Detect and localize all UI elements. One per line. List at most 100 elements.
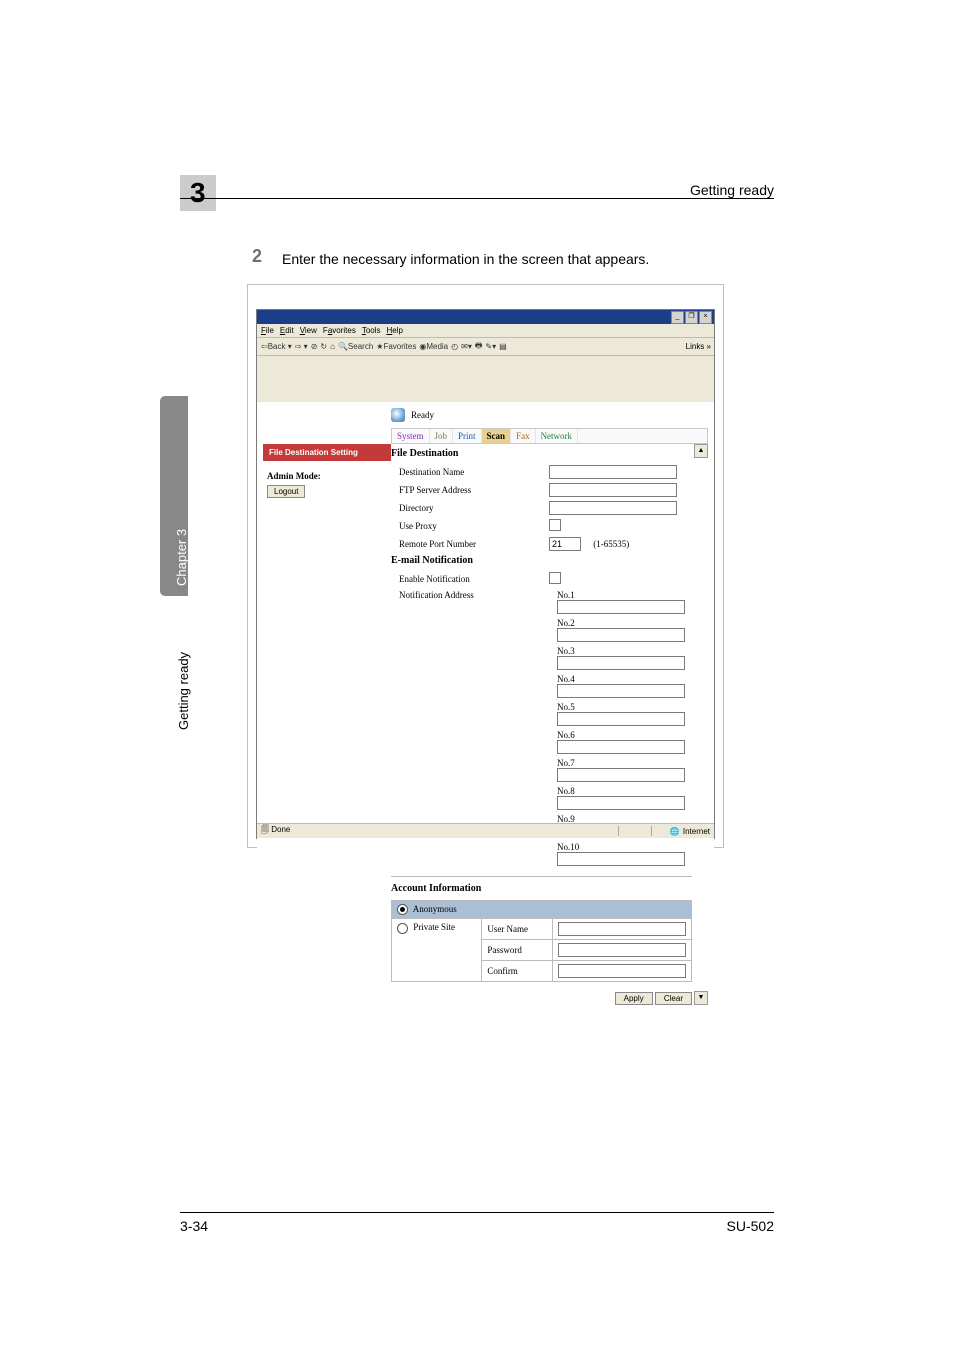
toolbar-media[interactable]: ◉Media bbox=[419, 342, 448, 351]
label-user-name: User Name bbox=[482, 919, 553, 940]
label-anonymous: Anonymous bbox=[413, 904, 457, 914]
notif-no-3: No.3 bbox=[557, 646, 585, 656]
toolbar-refresh-icon[interactable]: ↻ bbox=[320, 342, 327, 351]
toolbar-mail-icon[interactable]: ✉▾ bbox=[461, 342, 472, 351]
account-info-heading: Account Information bbox=[391, 883, 692, 894]
step-number: 2 bbox=[252, 246, 262, 267]
input-notif-4[interactable] bbox=[557, 684, 685, 698]
label-password: Password bbox=[482, 940, 553, 961]
browser-content: Ready System Job Print Scan Fax Network … bbox=[257, 402, 714, 1011]
status-icon bbox=[391, 408, 405, 422]
window-titlebar: _ ❐ × bbox=[257, 310, 714, 324]
input-notif-2[interactable] bbox=[557, 628, 685, 642]
label-confirm: Confirm bbox=[482, 961, 553, 982]
apply-button[interactable]: Apply bbox=[615, 992, 653, 1005]
input-notif-8[interactable] bbox=[557, 796, 685, 810]
menu-file[interactable]: File bbox=[261, 326, 274, 335]
footer-page-number: 3-34 bbox=[180, 1218, 208, 1234]
row-anonymous[interactable]: Anonymous bbox=[392, 901, 692, 919]
status-separator bbox=[651, 826, 653, 836]
scroll-up-icon[interactable]: ▲ bbox=[694, 444, 708, 458]
scroll-down-icon[interactable]: ▼ bbox=[694, 991, 708, 1005]
toolbar-discuss-icon[interactable]: ▤ bbox=[499, 342, 507, 351]
toolbar-history-icon[interactable]: ◴ bbox=[451, 342, 458, 351]
side-label: Getting ready bbox=[164, 600, 192, 740]
logout-button[interactable]: Logout bbox=[267, 485, 305, 498]
tab-print[interactable]: Print bbox=[453, 429, 482, 443]
input-remote-port[interactable] bbox=[549, 537, 581, 551]
notif-no-8: No.8 bbox=[557, 786, 585, 796]
input-password[interactable] bbox=[558, 943, 686, 957]
header-rule bbox=[180, 198, 774, 199]
label-private-site: Private Site bbox=[413, 922, 455, 932]
status-done: 🗐 Done bbox=[261, 824, 290, 838]
input-user-name[interactable] bbox=[558, 922, 686, 936]
footer-rule bbox=[180, 1212, 774, 1213]
label-enable-notification: Enable Notification bbox=[391, 574, 549, 584]
input-notif-10[interactable] bbox=[557, 852, 685, 866]
page-header-title: Getting ready bbox=[690, 182, 774, 198]
checkbox-enable-notification[interactable] bbox=[549, 572, 561, 584]
label-notification-address: Notification Address bbox=[391, 590, 549, 600]
notif-no-1: No.1 bbox=[557, 590, 585, 600]
notif-no-7: No.7 bbox=[557, 758, 585, 768]
label-destination-name: Destination Name bbox=[391, 467, 549, 477]
tab-fax[interactable]: Fax bbox=[511, 429, 536, 443]
status-ready-text: Ready bbox=[411, 410, 434, 420]
account-info-table: Anonymous Private Site User Name bbox=[391, 900, 692, 982]
toolbar-back[interactable]: ⇦Back ▾ bbox=[261, 342, 292, 351]
menu-help[interactable]: Help bbox=[387, 326, 403, 335]
input-ftp-server[interactable] bbox=[549, 483, 677, 497]
label-remote-port: Remote Port Number bbox=[391, 539, 549, 549]
input-destination-name[interactable] bbox=[549, 465, 677, 479]
screenshot-frame: _ ❐ × File Edit View Favorites Tools Hel… bbox=[247, 284, 724, 848]
checkbox-use-proxy[interactable] bbox=[549, 519, 561, 531]
toolbar-edit-icon[interactable]: ✎▾ bbox=[485, 342, 496, 351]
menu-favorites[interactable]: Favorites bbox=[323, 326, 356, 335]
toolbar-links[interactable]: Links » bbox=[686, 342, 711, 351]
row-private-site[interactable]: Private Site bbox=[392, 919, 482, 982]
window-minimize-button[interactable]: _ bbox=[671, 311, 684, 324]
notif-no-4: No.4 bbox=[557, 674, 585, 684]
remote-port-range: (1-65535) bbox=[593, 539, 629, 549]
input-notif-7[interactable] bbox=[557, 768, 685, 782]
window-close-button[interactable]: × bbox=[699, 311, 712, 324]
toolbar-search[interactable]: 🔍Search bbox=[338, 342, 373, 351]
toolbar-print-icon[interactable]: 🖶 bbox=[475, 340, 483, 354]
chapter-number-badge: 3 bbox=[180, 175, 216, 211]
tab-job[interactable]: Job bbox=[430, 429, 454, 443]
radio-private-site[interactable] bbox=[397, 923, 408, 934]
toolbar-forward[interactable]: ⇨ ▾ bbox=[295, 342, 308, 351]
radio-anonymous[interactable] bbox=[397, 904, 408, 915]
notif-no-6: No.6 bbox=[557, 730, 585, 740]
side-tab-chapter: Chapter 3 bbox=[174, 529, 189, 586]
input-notif-3[interactable] bbox=[557, 656, 685, 670]
browser-menu-bar: File Edit View Favorites Tools Help bbox=[257, 324, 714, 338]
toolbar-favorites[interactable]: ★Favorites bbox=[376, 342, 416, 351]
input-directory[interactable] bbox=[549, 501, 677, 515]
nav-file-destination-setting[interactable]: File Destination Setting bbox=[263, 444, 391, 461]
ie-page-icon: 🗐 bbox=[261, 825, 269, 834]
menu-edit[interactable]: Edit bbox=[280, 326, 294, 335]
toolbar-home-icon[interactable]: ⌂ bbox=[330, 342, 335, 351]
input-notif-1[interactable] bbox=[557, 600, 685, 614]
status-zone: Internet bbox=[683, 827, 710, 836]
menu-view[interactable]: View bbox=[300, 326, 317, 335]
footer-model: SU-502 bbox=[727, 1218, 774, 1234]
window-maximize-button[interactable]: ❐ bbox=[685, 311, 698, 324]
label-use-proxy: Use Proxy bbox=[391, 521, 549, 531]
toolbar-stop-icon[interactable]: ⊘ bbox=[311, 342, 318, 351]
menu-tools[interactable]: Tools bbox=[362, 326, 381, 335]
tab-system[interactable]: System bbox=[392, 429, 430, 443]
email-notification-heading: E-mail Notification bbox=[391, 555, 692, 566]
input-notif-6[interactable] bbox=[557, 740, 685, 754]
tab-network[interactable]: Network bbox=[536, 429, 579, 443]
browser-window: _ ❐ × File Edit View Favorites Tools Hel… bbox=[256, 309, 715, 839]
file-destination-heading: File Destination bbox=[391, 448, 692, 459]
clear-button[interactable]: Clear bbox=[655, 992, 692, 1005]
tab-scan[interactable]: Scan bbox=[482, 429, 512, 443]
input-confirm[interactable] bbox=[558, 964, 686, 978]
label-ftp-server: FTP Server Address bbox=[391, 485, 549, 495]
input-notif-5[interactable] bbox=[557, 712, 685, 726]
admin-mode-label: Admin Mode: bbox=[267, 471, 391, 481]
